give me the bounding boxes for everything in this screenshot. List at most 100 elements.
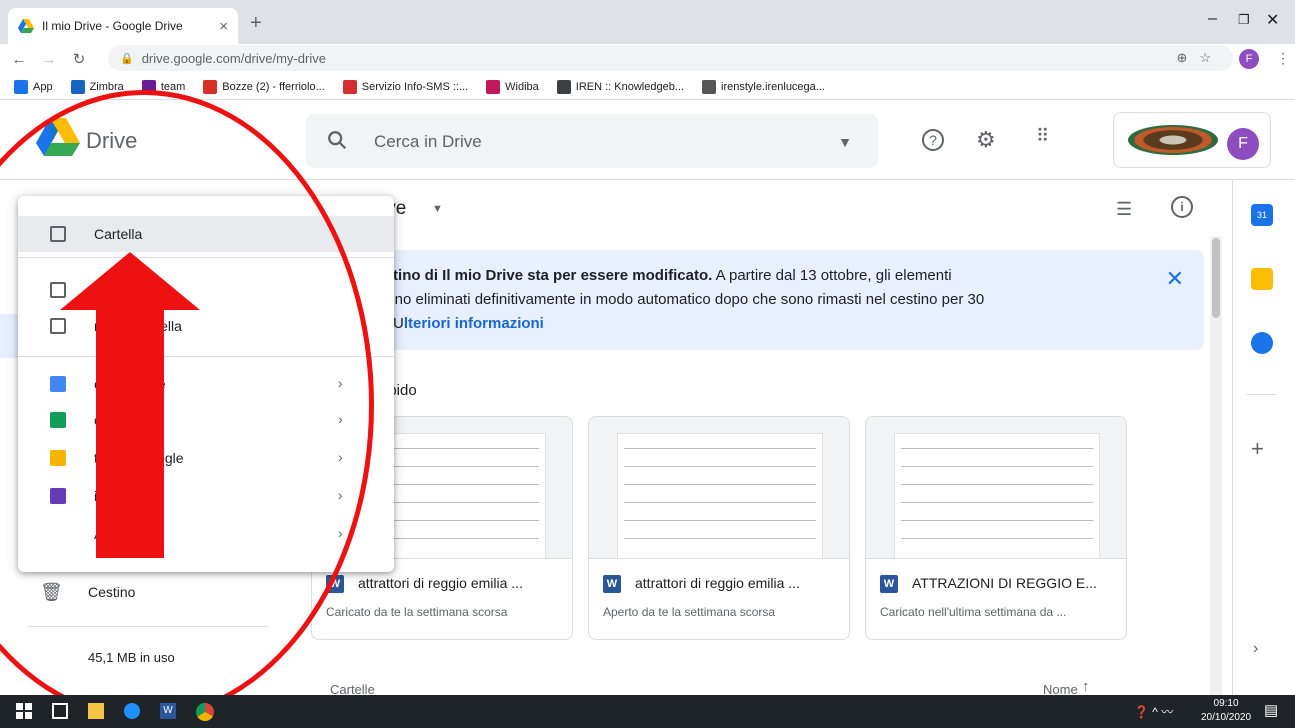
windows-start-icon[interactable] xyxy=(16,703,32,719)
preview-line xyxy=(624,484,816,485)
search-options-icon[interactable]: ▼ xyxy=(838,134,852,150)
windows-taskbar: W ❓ ^ 〰 09:10 20/10/2020 ▤ xyxy=(0,695,1295,728)
menu-item-label: enti Google xyxy=(94,376,166,392)
close-window-icon[interactable]: ✕ xyxy=(1266,10,1279,30)
storage-usage[interactable]: 45,1 MB in uso xyxy=(88,650,175,665)
submenu-chevron-icon: › xyxy=(338,449,343,465)
preview-line xyxy=(901,502,1093,503)
preview-line xyxy=(901,448,1093,449)
search-input[interactable]: Cerca in Drive ▼ xyxy=(306,114,878,168)
bookmark-label: App xyxy=(33,80,53,93)
learn-more-link[interactable]: lteriori informazioni xyxy=(404,315,544,332)
omnibox-action-icons[interactable]: ⊕☆ xyxy=(1176,50,1223,66)
help-icon[interactable]: ? xyxy=(922,129,944,151)
drive-app-name: Drive xyxy=(86,128,138,153)
bookmark-item[interactable]: IREN :: Knowledgeb... xyxy=(556,79,684,94)
back-icon[interactable]: ← xyxy=(8,51,30,68)
menu-item-label: mento di file xyxy=(94,282,170,298)
menu-item-label: i Google xyxy=(94,488,147,504)
menu-item-sheets[interactable]: oogle › xyxy=(18,402,394,438)
settings-gear-icon[interactable]: ⚙ xyxy=(976,127,996,153)
quick-access-file-card[interactable]: W ATTRAZIONI DI REGGIO E... Caricato nell'… xyxy=(865,416,1127,640)
preview-line xyxy=(901,484,1093,485)
bookmark-item[interactable]: Zimbra xyxy=(70,79,124,94)
forms-icon xyxy=(50,488,66,504)
clock-time: 09:10 xyxy=(1213,698,1239,709)
menu-item-file-upload[interactable]: mento di file xyxy=(18,272,394,308)
menu-item-other[interactable]: Altro › xyxy=(18,516,394,552)
browser-profile-avatar[interactable]: F xyxy=(1239,49,1259,69)
sort-direction-icon[interactable]: ↑ xyxy=(1082,678,1090,695)
side-panel: 31 + › xyxy=(1232,180,1295,695)
word-icon[interactable]: W xyxy=(160,703,176,719)
bookmark-icon xyxy=(14,79,28,94)
file-thumbnail xyxy=(589,417,849,559)
bookmark-item[interactable]: irenstyle.irenlucega... xyxy=(702,79,825,94)
bookmark-item[interactable]: App xyxy=(14,79,53,94)
account-avatar[interactable]: F xyxy=(1227,128,1259,160)
menu-divider xyxy=(18,257,394,258)
bookmark-item[interactable]: Bozze (2) - fferriolo... xyxy=(203,79,325,94)
bookmark-item[interactable]: team xyxy=(141,79,185,94)
minimize-icon[interactable]: – xyxy=(1208,10,1217,28)
task-view-icon[interactable] xyxy=(52,703,68,719)
banner-text-line2: rranno eliminati definitivamente in modo… xyxy=(368,291,985,308)
file-activity: Aperto da te la settimana scorsa xyxy=(603,605,776,619)
calendar-icon[interactable]: 31 xyxy=(1251,204,1273,226)
menu-item-slides[interactable]: tazioni Google › xyxy=(18,440,394,476)
file-explorer-icon[interactable] xyxy=(88,703,104,719)
clock[interactable]: 09:10 20/10/2020 xyxy=(1201,697,1251,725)
nav-selected-highlight xyxy=(0,314,20,358)
bookmark-item[interactable]: Servizio Info-SMS ::... xyxy=(342,79,468,94)
scrollbar-thumb[interactable] xyxy=(1212,238,1220,318)
add-addon-icon[interactable]: + xyxy=(1251,436,1264,462)
menu-item-folder-plus[interactable]: Cartella xyxy=(18,216,394,252)
drive-logo-icon[interactable] xyxy=(36,118,80,156)
bookmark-item[interactable]: Widiba xyxy=(486,79,539,94)
nav-item-trash[interactable]: Cestino xyxy=(88,584,135,600)
file-activity: Caricato da te la settimana scorsa xyxy=(326,605,508,619)
trash-icon[interactable]: 🗑 xyxy=(40,582,63,603)
new-item-menu: Cartella mento di file mento cartella enti … xyxy=(18,196,394,572)
reload-icon[interactable]: ↻ xyxy=(68,50,90,68)
system-tray-icons[interactable]: ❓ ^ 〰 xyxy=(1134,703,1173,720)
file-name: attrattori di reggio emilia ... xyxy=(358,575,523,591)
submenu-chevron-icon: › xyxy=(338,525,343,541)
quick-access-file-card[interactable]: Wattrattori di reggio emilia ... Aperto d… xyxy=(588,416,850,640)
keep-icon[interactable] xyxy=(1251,268,1273,290)
list-view-icon[interactable]: ☰ xyxy=(1116,199,1132,220)
restore-icon[interactable]: ❐ xyxy=(1238,12,1250,28)
apps-grid-icon[interactable]: ⠿ xyxy=(1036,126,1049,147)
new-tab-icon[interactable]: + xyxy=(250,12,262,35)
drive-header: Drive Cerca in Drive ▼ ? ⚙ ⠿ xyxy=(0,100,1295,180)
menu-item-docs[interactable]: enti Google › xyxy=(18,366,394,402)
chrome-icon[interactable] xyxy=(196,703,214,721)
bookmark-icon xyxy=(342,79,357,94)
preview-line xyxy=(624,448,816,449)
menu-item-label: Altro xyxy=(94,526,123,542)
side-panel-divider xyxy=(1247,394,1277,395)
file-upload-icon xyxy=(50,282,66,298)
file-activity: Caricato nell'ultima settimana da ... xyxy=(880,605,1067,619)
forward-icon[interactable]: → xyxy=(38,51,60,68)
edge-icon[interactable] xyxy=(124,703,140,719)
menu-item-folder-upload[interactable]: mento cartella xyxy=(18,308,394,344)
menu-item-label: Cartella xyxy=(94,226,143,242)
folder-plus-icon xyxy=(50,226,66,242)
browser-menu-icon[interactable]: ⋮ xyxy=(1276,50,1290,67)
menu-item-label: tazioni Google xyxy=(94,450,184,466)
title-dropdown-icon[interactable]: ▼ xyxy=(432,203,443,215)
preview-line xyxy=(624,520,816,521)
close-tab-icon[interactable]: × xyxy=(219,18,228,35)
expand-panel-icon[interactable]: › xyxy=(1253,640,1258,658)
notifications-icon[interactable]: ▤ xyxy=(1264,701,1278,719)
trash-policy-banner: cestino di Il mio Drive sta per essere m… xyxy=(318,250,1204,350)
info-icon[interactable]: i xyxy=(1171,196,1193,218)
browser-tab[interactable]: Il mio Drive - Google Drive × xyxy=(8,8,238,44)
menu-item-forms[interactable]: i Google › xyxy=(18,478,394,514)
omnibox[interactable]: 🔒 drive.google.com/drive/my-drive ⊕☆ xyxy=(108,45,1233,71)
tasks-icon[interactable] xyxy=(1251,332,1273,354)
word-file-icon: W xyxy=(603,575,621,593)
search-icon[interactable] xyxy=(326,129,348,151)
close-banner-icon[interactable]: ✕ xyxy=(1166,266,1184,292)
